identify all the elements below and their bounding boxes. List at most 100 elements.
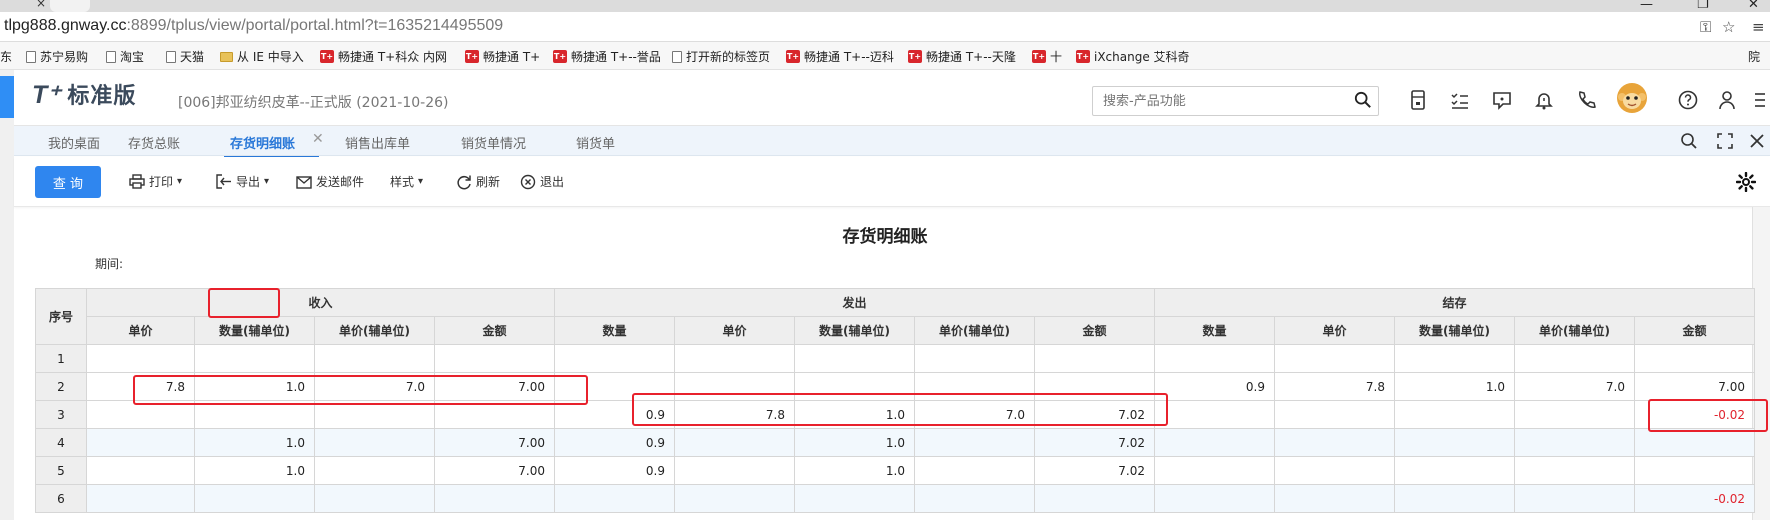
table-row[interactable]: 2 7.8 1.0 7.0 7.00 0.9 7.8 1.0 7.0 7.00 xyxy=(35,372,1755,401)
table-cell[interactable]: 7.00 xyxy=(1634,372,1755,401)
address-bar[interactable]: tlpg888.gnway.cc:8899/tplus/view/portal/… xyxy=(0,12,1770,42)
search-box[interactable] xyxy=(1092,86,1379,116)
key-icon[interactable]: ⚿ xyxy=(1700,18,1711,36)
table-cell[interactable] xyxy=(1274,456,1395,485)
print-button[interactable]: 打印 ▾ xyxy=(129,173,182,190)
table-cell[interactable] xyxy=(674,456,795,485)
table-cell[interactable]: 0.9 xyxy=(1154,372,1275,401)
message-icon[interactable] xyxy=(1490,88,1514,112)
table-cell[interactable]: -0.02 xyxy=(1634,484,1755,513)
table-cell[interactable] xyxy=(1274,344,1395,373)
bookmark-item[interactable]: T+ 畅捷通 T+--天隆 xyxy=(908,48,1016,65)
table-cell[interactable]: 7.00 xyxy=(434,372,555,401)
table-cell[interactable] xyxy=(1514,484,1635,513)
table-cell[interactable] xyxy=(1154,344,1275,373)
star-icon[interactable]: ☆ xyxy=(1722,18,1735,36)
bookmark-item[interactable]: 东 xyxy=(0,48,12,65)
table-cell[interactable] xyxy=(1154,484,1275,513)
table-cell[interactable] xyxy=(1154,428,1275,457)
table-cell[interactable] xyxy=(86,484,195,513)
table-cell[interactable]: 1.0 xyxy=(194,456,315,485)
table-cell[interactable] xyxy=(314,456,435,485)
table-cell[interactable] xyxy=(194,344,315,373)
exit-button[interactable]: 退出 xyxy=(520,173,564,190)
table-cell[interactable]: 1.0 xyxy=(794,428,915,457)
table-cell[interactable] xyxy=(434,400,555,429)
table-cell[interactable] xyxy=(1394,428,1515,457)
bookmark-item[interactable]: 天猫 xyxy=(166,48,204,65)
tab-inventory-detail[interactable]: 存货明细账 xyxy=(223,133,320,159)
table-cell[interactable] xyxy=(554,372,675,401)
tab-sales-summary[interactable]: 销货单情况 xyxy=(461,133,526,152)
tab-sales-outbound[interactable]: 销售出库单 xyxy=(345,133,410,152)
table-cell[interactable]: 7.0 xyxy=(1514,372,1635,401)
table-cell[interactable] xyxy=(86,344,195,373)
table-cell[interactable] xyxy=(914,484,1035,513)
checklist-icon[interactable] xyxy=(1448,88,1472,112)
calculator-icon[interactable] xyxy=(1406,88,1430,112)
table-cell[interactable]: 0.9 xyxy=(554,400,675,429)
table-cell[interactable] xyxy=(1514,344,1635,373)
table-cell[interactable]: 7.0 xyxy=(914,400,1035,429)
table-cell[interactable]: 7.02 xyxy=(1034,400,1155,429)
table-cell[interactable] xyxy=(314,400,435,429)
table-cell[interactable] xyxy=(194,400,315,429)
table-cell[interactable] xyxy=(1394,484,1515,513)
table-cell[interactable] xyxy=(794,484,915,513)
table-cell[interactable] xyxy=(1274,484,1395,513)
search-icon[interactable] xyxy=(1354,91,1372,109)
table-cell[interactable] xyxy=(1154,400,1275,429)
table-cell[interactable] xyxy=(1634,344,1755,373)
more-icon[interactable] xyxy=(1748,88,1770,112)
table-cell[interactable] xyxy=(674,344,795,373)
table-cell[interactable] xyxy=(794,344,915,373)
table-cell[interactable] xyxy=(1514,428,1635,457)
table-cell[interactable] xyxy=(314,428,435,457)
table-cell[interactable] xyxy=(914,456,1035,485)
table-cell[interactable] xyxy=(1514,456,1635,485)
table-cell[interactable] xyxy=(1034,344,1155,373)
table-cell[interactable] xyxy=(314,344,435,373)
table-cell[interactable]: 7.8 xyxy=(86,372,195,401)
table-cell[interactable] xyxy=(434,484,555,513)
table-cell[interactable]: 7.02 xyxy=(1034,456,1155,485)
tab-inventory-ledger[interactable]: 存货总账 xyxy=(128,133,180,152)
table-cell[interactable] xyxy=(194,484,315,513)
table-cell[interactable] xyxy=(914,344,1035,373)
table-cell[interactable] xyxy=(1034,484,1155,513)
table-row[interactable]: 3 0.9 7.8 1.0 7.0 7.02 -0.02 xyxy=(35,400,1755,429)
table-cell[interactable]: 7.8 xyxy=(674,400,795,429)
bookmark-item[interactable]: T+ 畅捷通 T+科众 内网 xyxy=(320,48,447,65)
menu-icon[interactable]: ≡ xyxy=(1752,18,1765,36)
table-cell[interactable] xyxy=(1394,400,1515,429)
table-cell[interactable] xyxy=(914,428,1035,457)
table-cell[interactable] xyxy=(1034,372,1155,401)
bookmark-item[interactable]: T+ 十 xyxy=(1032,48,1062,65)
bookmark-item[interactable]: 淘宝 xyxy=(106,48,144,65)
bookmark-item[interactable]: T+ iXchange 艾科奇 xyxy=(1076,48,1190,65)
tab-sales-invoice[interactable]: 销货单 xyxy=(576,133,615,152)
tab-close-icon[interactable]: ✕ xyxy=(312,131,324,147)
table-cell[interactable] xyxy=(1274,428,1395,457)
close-all-icon[interactable] xyxy=(1748,132,1766,150)
browser-tab[interactable] xyxy=(50,0,90,12)
bookmark-overflow[interactable]: 院 xyxy=(1748,48,1760,65)
table-cell[interactable] xyxy=(434,344,555,373)
settings-gear-icon[interactable] xyxy=(1736,172,1756,192)
table-cell[interactable]: 0.9 xyxy=(554,456,675,485)
tab-my-desktop[interactable]: 我的桌面 xyxy=(48,133,100,152)
tab-search-icon[interactable] xyxy=(1680,132,1698,150)
table-cell[interactable] xyxy=(794,372,915,401)
table-cell[interactable]: 0.9 xyxy=(554,428,675,457)
table-cell[interactable]: 1.0 xyxy=(794,400,915,429)
bookmark-item[interactable]: 打开新的标签页 xyxy=(672,48,770,65)
table-cell[interactable]: 7.0 xyxy=(314,372,435,401)
table-row[interactable]: 1 xyxy=(35,344,1755,373)
table-row[interactable]: 5 1.0 7.00 0.9 1.0 7.02 xyxy=(35,456,1755,485)
table-cell[interactable] xyxy=(1634,456,1755,485)
table-cell[interactable] xyxy=(554,344,675,373)
table-cell[interactable]: 1.0 xyxy=(194,428,315,457)
bookmark-item[interactable]: 苏宁易购 xyxy=(26,48,88,65)
table-cell[interactable]: 7.00 xyxy=(434,456,555,485)
table-cell[interactable] xyxy=(1274,400,1395,429)
